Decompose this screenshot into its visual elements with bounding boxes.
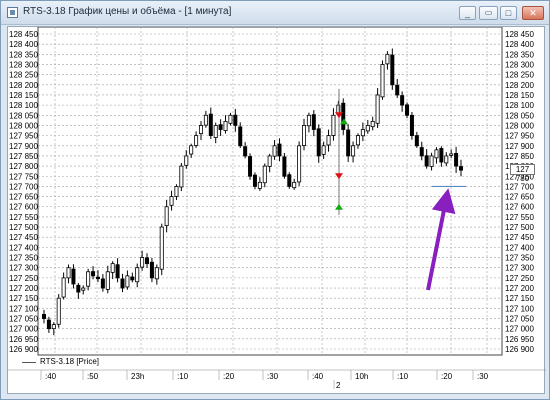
arrow-line	[426, 188, 456, 291]
annotation-arrow	[426, 188, 456, 291]
